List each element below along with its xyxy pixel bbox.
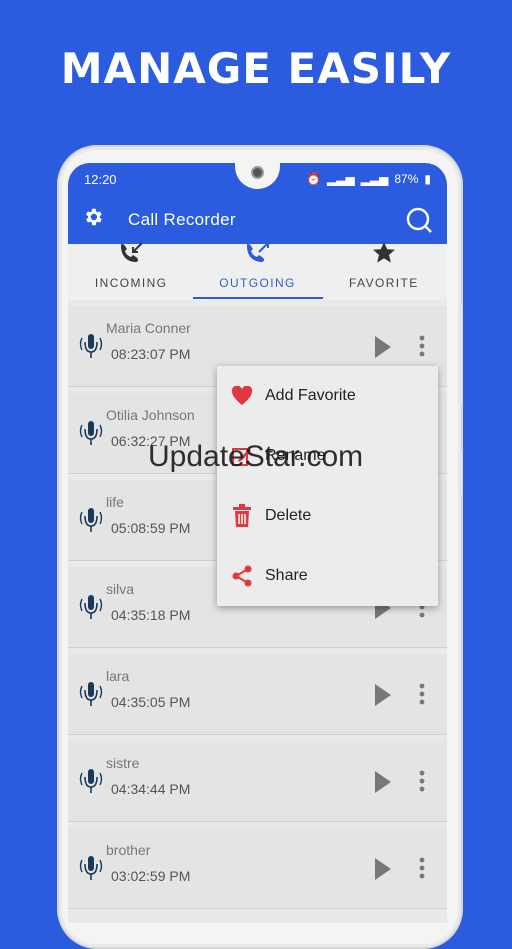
recording-time: 04:35:18 PM [111,607,191,623]
gear-icon[interactable] [82,206,104,233]
menu-label: Delete [265,507,312,524]
recording-name: silva [106,581,135,597]
tab-bar: INCOMING OUTGOING FAVORITE [68,241,447,300]
heart-icon [231,384,253,408]
recording-time: 08:23:07 PM [111,346,191,362]
menu-label: Share [265,567,308,584]
menu-add-favorite[interactable]: Add Favorite [217,366,438,426]
recording-name: lara [106,668,130,684]
recording-row[interactable]: brother 03:02:59 PM [68,828,447,909]
play-icon[interactable] [375,771,391,798]
battery-icon: ▮ [424,172,431,186]
active-tab-indicator [193,297,323,299]
microphone-icon [78,593,104,626]
app-bar: Call Recorder [68,195,447,244]
more-vert-icon[interactable] [419,334,425,363]
menu-delete[interactable]: Delete [217,486,438,546]
more-vert-icon[interactable] [419,856,425,885]
microphone-icon [78,419,104,452]
microphone-icon [78,854,104,887]
recording-name: brother [106,842,151,858]
more-vert-icon[interactable] [419,682,425,711]
context-menu: Add Favorite Rename Delete Share [217,366,438,606]
recording-row[interactable]: sistre 04:34:44 PM [68,741,447,822]
status-time: 12:20 [84,171,117,187]
tab-favorite[interactable]: FAVORITE [321,241,447,300]
battery-level: 87% [394,172,419,186]
recording-name: sistre [106,755,140,771]
signal-icon: ▂▃▅ [326,172,355,186]
recording-time: 04:34:44 PM [111,781,191,797]
incoming-call-icon [118,241,144,270]
headline: MANAGE EASILY [60,44,452,93]
menu-label: Add Favorite [265,387,356,404]
app-title: Call Recorder [128,209,236,229]
side-button [458,450,462,495]
microphone-icon [78,680,104,713]
recording-time: 03:02:59 PM [111,868,191,884]
alarm-icon: ⏰ [306,172,321,186]
camera-icon [251,166,264,179]
play-icon[interactable] [375,684,391,711]
tab-label: FAVORITE [348,276,419,290]
search-icon[interactable] [405,206,433,239]
tab-incoming[interactable]: INCOMING [68,241,194,300]
play-icon[interactable] [375,336,391,363]
menu-share[interactable]: Share [217,546,438,606]
microphone-icon [78,767,104,800]
tab-label: INCOMING [94,276,168,290]
side-button [458,305,462,405]
recording-row[interactable]: lara 04:35:05 PM [68,654,447,735]
recording-time: 05:08:59 PM [111,520,191,536]
tab-outgoing[interactable]: OUTGOING [194,241,320,300]
recording-name: life [106,494,124,510]
recording-time: 04:35:05 PM [111,694,191,710]
play-icon[interactable] [375,858,391,885]
signal-icon: ▂▃▅ [360,172,389,186]
more-vert-icon[interactable] [419,769,425,798]
recording-name: Maria Conner [106,320,191,336]
tab-label: OUTGOING [219,276,296,290]
star-icon [371,241,397,270]
microphone-icon [78,332,104,365]
watermark-text: UpdateStar.com [148,440,364,473]
status-icons: ⏰ ▂▃▅ ▂▃▅ 87% ▮ [306,172,431,186]
trash-icon [231,504,253,528]
outgoing-call-icon [244,241,270,270]
recording-name: Otilia Johnson [106,407,195,423]
share-icon [231,564,253,588]
microphone-icon [78,506,104,539]
